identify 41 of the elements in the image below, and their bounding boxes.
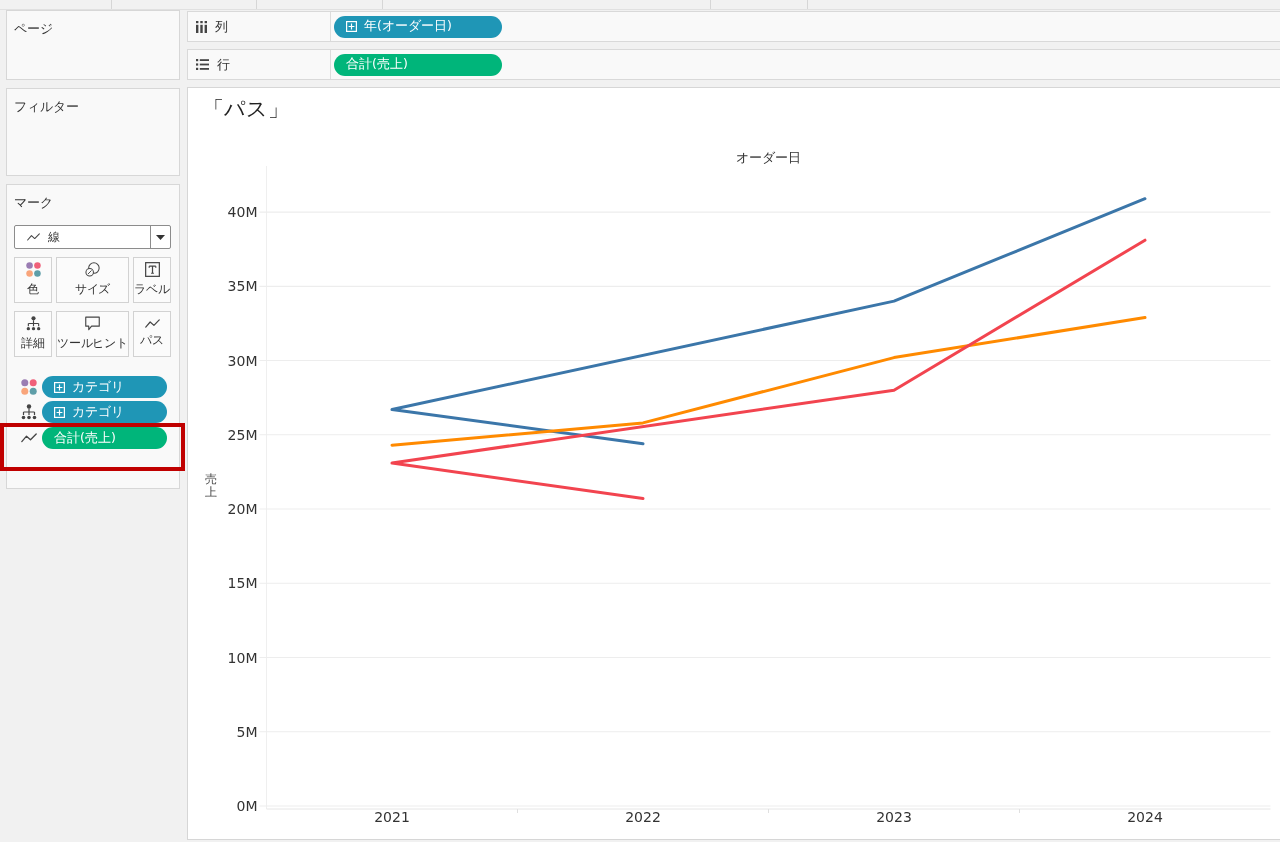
- line-icon: [144, 319, 160, 328]
- axis-tick-label: 10M: [227, 649, 258, 666]
- line-icon: [27, 233, 40, 241]
- dots-icon: [25, 262, 41, 277]
- axis-tick-label: 20M: [227, 501, 258, 517]
- circles-icon: [85, 262, 100, 277]
- card-title: ページ: [14, 20, 54, 38]
- caret-icon: [156, 234, 165, 240]
- axis-tick-label: 0M: [236, 798, 258, 814]
- axis-tick-label: 25M: [227, 426, 258, 443]
- axis-tick-label: 35M: [227, 278, 258, 295]
- rows-icon: [196, 59, 209, 70]
- axis-tick-label: 2022: [625, 809, 661, 825]
- mark-property-button[interactable]: ラベル: [133, 257, 171, 303]
- line-icon: [21, 433, 37, 443]
- mark-type-dropdown[interactable]: 線: [14, 225, 171, 249]
- text-box-icon: [144, 262, 160, 277]
- axis-tick-label: 5M: [236, 723, 258, 740]
- axis-tick-label: 2024: [1127, 809, 1163, 825]
- card-title: マーク: [14, 194, 54, 212]
- axis-tick-label: 2023: [876, 809, 912, 825]
- view-title: 「パス」: [203, 97, 289, 121]
- mark-property-button[interactable]: 色: [14, 257, 52, 303]
- card-title: フィルター: [14, 98, 80, 116]
- dots-icon: [21, 379, 37, 395]
- axis-title: オーダー日: [736, 150, 801, 165]
- axis-tick-label: 40M: [227, 204, 258, 221]
- speech-bubble-icon: [85, 316, 100, 331]
- axis-title: 売上: [205, 472, 217, 500]
- mark-property-button[interactable]: 詳細: [14, 311, 52, 357]
- axis-tick-label: 2021: [374, 809, 410, 825]
- mark-property-button[interactable]: サイズ: [56, 257, 129, 303]
- hierarchy-icon: [25, 316, 41, 331]
- columns-icon: [196, 20, 207, 33]
- shelf-label: 列: [215, 17, 228, 36]
- mark-property-button[interactable]: パス: [133, 311, 171, 357]
- mark-property-button[interactable]: ツールヒント: [56, 311, 129, 357]
- shelf-label: 行: [217, 55, 230, 74]
- axis-tick-label: 30M: [227, 352, 258, 369]
- hierarchy-icon: [21, 404, 37, 420]
- axis-tick-label: 15M: [227, 575, 258, 592]
